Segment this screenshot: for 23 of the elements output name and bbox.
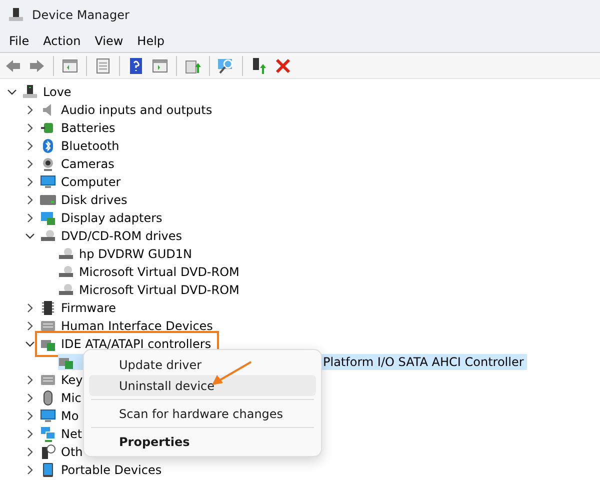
tree-item-label: Disk drives [61,193,128,207]
window-title: Device Manager [32,8,130,22]
tree-item-label: Computer [61,175,121,189]
tree-item-label: Net [61,427,82,441]
tree-item-label: Key [61,373,83,387]
tree-item-label: Mo [61,409,79,423]
tree-item-label: Microsoft Virtual DVD-ROM [79,265,240,279]
tree-item-label: Batteries [61,121,116,135]
tree-item-label: Mic [61,391,82,405]
tree-item-label: Platform I/O SATA AHCI Controller [323,355,524,369]
tree-item-label: Human Interface Devices [61,319,213,333]
tree-item-label: IDE ATA/ATAPI controllers [61,337,212,351]
tree-item-label: Portable Devices [61,463,162,477]
tree-item-label: Microsoft Virtual DVD-ROM [79,283,240,297]
tree-item-label: Firmware [61,301,116,315]
tree-item-label: hp DVDRW GUD1N [79,247,192,261]
tree-item-label: Bluetooth [61,139,120,153]
tree-item-label: Oth [61,445,83,459]
tree-item-label: Cameras [61,157,114,171]
tree-item-label: DVD/CD-ROM drives [61,229,182,243]
tree-item-label: Audio inputs and outputs [61,103,212,117]
tree-item-label: Display adapters [61,211,162,225]
tree-item-label: Love [43,85,72,99]
